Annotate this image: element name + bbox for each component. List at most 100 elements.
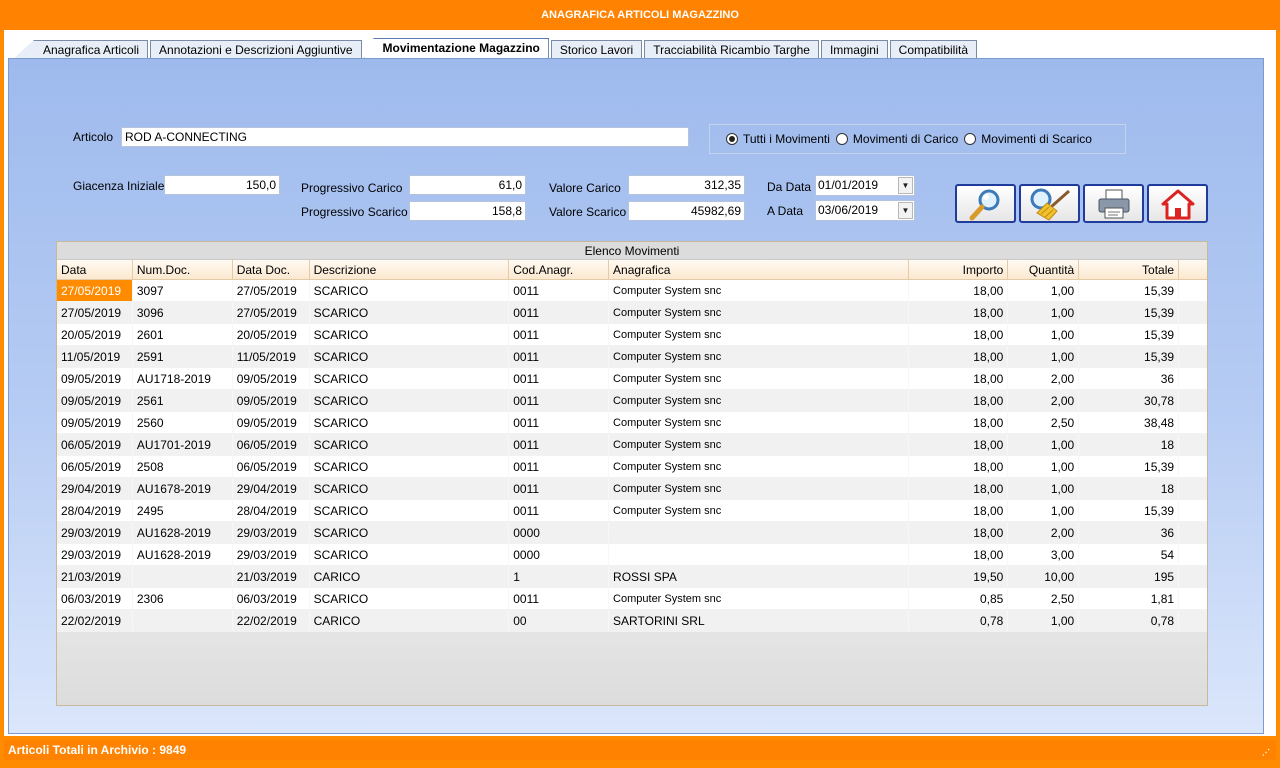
- cell-totale[interactable]: 36: [1079, 522, 1180, 543]
- cell-num-doc[interactable]: AU1628-2019: [133, 544, 233, 565]
- cell-quantita[interactable]: 2,00: [1008, 368, 1080, 389]
- cell-cod-anagr[interactable]: 0011: [509, 456, 610, 477]
- cell-data[interactable]: 09/05/2019: [57, 412, 133, 433]
- cell-data[interactable]: 28/04/2019: [57, 500, 133, 521]
- col-header-data-doc[interactable]: Data Doc.: [233, 260, 310, 279]
- cell-descrizione[interactable]: SCARICO: [310, 280, 510, 301]
- cell-totale[interactable]: 38,48: [1079, 412, 1180, 433]
- table-row[interactable]: 28/04/2019 2495 28/04/2019 SCARICO 0011 Compu…: [57, 500, 1207, 522]
- table-row[interactable]: 06/05/2019 2508 06/05/2019 SCARICO 0011 Compu…: [57, 456, 1207, 478]
- table-row[interactable]: 29/03/2019 AU1628-2019 29/03/2019 SCARICO 00…: [57, 544, 1207, 566]
- cell-cod-anagr[interactable]: 0011: [509, 346, 610, 367]
- cell-anagrafica[interactable]: [609, 522, 909, 543]
- cell-data[interactable]: 11/05/2019: [57, 346, 133, 367]
- cell-quantita[interactable]: 1,00: [1008, 280, 1080, 301]
- cell-data[interactable]: 21/03/2019: [57, 566, 133, 587]
- print-button[interactable]: [1083, 184, 1144, 223]
- tab-movimentazione-magazzino[interactable]: Movimentazione Magazzino: [363, 38, 549, 60]
- col-header-quantita[interactable]: Quantità: [1008, 260, 1080, 279]
- table-row[interactable]: 06/05/2019 AU1701-2019 06/05/2019 SCARICO 00…: [57, 434, 1207, 456]
- cell-cod-anagr[interactable]: 0011: [509, 412, 610, 433]
- cell-data[interactable]: 20/05/2019: [57, 324, 133, 345]
- cell-data-doc[interactable]: 28/04/2019: [233, 500, 310, 521]
- tab-storico-lavori[interactable]: Storico Lavori: [550, 40, 643, 60]
- a-data-picker[interactable]: 03/06/2019 ▼: [815, 200, 915, 221]
- table-row[interactable]: 09/05/2019 2560 09/05/2019 SCARICO 0011 Compu…: [57, 412, 1207, 434]
- cell-data-doc[interactable]: 09/05/2019: [233, 412, 310, 433]
- cell-importo[interactable]: 19,50: [909, 566, 1009, 587]
- tab-tracciabilita[interactable]: Tracciabilità Ricambio Targhe: [644, 40, 819, 60]
- cell-descrizione[interactable]: SCARICO: [310, 412, 510, 433]
- cell-data[interactable]: 06/05/2019: [57, 456, 133, 477]
- cell-anagrafica[interactable]: Computer System snc: [609, 500, 909, 521]
- cell-totale[interactable]: 18: [1079, 478, 1180, 499]
- cell-totale[interactable]: 15,39: [1079, 324, 1180, 345]
- cell-cod-anagr[interactable]: 0011: [509, 280, 610, 301]
- cell-data-doc[interactable]: 27/05/2019: [233, 280, 310, 301]
- cell-anagrafica[interactable]: ROSSI SPA: [609, 566, 909, 587]
- cell-quantita[interactable]: 1,00: [1008, 456, 1080, 477]
- cell-descrizione[interactable]: SCARICO: [310, 302, 510, 323]
- table-row[interactable]: 29/03/2019 AU1628-2019 29/03/2019 SCARICO 00…: [57, 522, 1207, 544]
- articolo-field[interactable]: ROD A-CONNECTING: [121, 127, 689, 147]
- cell-anagrafica[interactable]: Computer System snc: [609, 588, 909, 609]
- cell-quantita[interactable]: 1,00: [1008, 324, 1080, 345]
- cell-anagrafica[interactable]: Computer System snc: [609, 346, 909, 367]
- table-row[interactable]: 20/05/2019 2601 20/05/2019 SCARICO 0011 Compu…: [57, 324, 1207, 346]
- cell-num-doc[interactable]: 3096: [133, 302, 233, 323]
- cell-totale[interactable]: 15,39: [1079, 280, 1180, 301]
- cell-totale[interactable]: 15,39: [1079, 500, 1180, 521]
- cell-quantita[interactable]: 2,50: [1008, 412, 1080, 433]
- cell-importo[interactable]: 18,00: [909, 302, 1009, 323]
- cell-totale[interactable]: 18: [1079, 434, 1180, 455]
- cell-importo[interactable]: 0,85: [909, 588, 1009, 609]
- cell-num-doc[interactable]: 2508: [133, 456, 233, 477]
- cell-num-doc[interactable]: AU1628-2019: [133, 522, 233, 543]
- cell-anagrafica[interactable]: Computer System snc: [609, 324, 909, 345]
- cell-num-doc[interactable]: 2560: [133, 412, 233, 433]
- cell-descrizione[interactable]: SCARICO: [310, 500, 510, 521]
- cell-data[interactable]: 29/04/2019: [57, 478, 133, 499]
- cell-quantita[interactable]: 1,00: [1008, 346, 1080, 367]
- chevron-down-icon[interactable]: ▼: [898, 202, 913, 219]
- cell-anagrafica[interactable]: [609, 544, 909, 565]
- table-row[interactable]: 06/03/2019 2306 06/03/2019 SCARICO 0011 Compu…: [57, 588, 1207, 610]
- col-header-cod-anagr[interactable]: Cod.Anagr.: [509, 260, 610, 279]
- cell-totale[interactable]: 54: [1079, 544, 1180, 565]
- cell-num-doc[interactable]: 2306: [133, 588, 233, 609]
- prog-carico-field[interactable]: 61,0: [409, 175, 526, 195]
- cell-importo[interactable]: 18,00: [909, 434, 1009, 455]
- cell-cod-anagr[interactable]: 0000: [509, 522, 610, 543]
- cell-anagrafica[interactable]: Computer System snc: [609, 280, 909, 301]
- val-carico-field[interactable]: 312,35: [628, 175, 745, 195]
- cell-descrizione[interactable]: CARICO: [310, 566, 510, 587]
- cell-cod-anagr[interactable]: 0011: [509, 588, 610, 609]
- cell-cod-anagr[interactable]: 0011: [509, 302, 610, 323]
- cell-importo[interactable]: 0,78: [909, 610, 1009, 631]
- cell-cod-anagr[interactable]: 0011: [509, 434, 610, 455]
- col-header-data[interactable]: Data: [57, 260, 133, 279]
- cell-anagrafica[interactable]: Computer System snc: [609, 412, 909, 433]
- cell-totale[interactable]: 0,78: [1079, 610, 1180, 631]
- cell-descrizione[interactable]: SCARICO: [310, 324, 510, 345]
- cell-data-doc[interactable]: 29/03/2019: [233, 544, 310, 565]
- cell-quantita[interactable]: 2,00: [1008, 390, 1080, 411]
- cell-num-doc[interactable]: 3097: [133, 280, 233, 301]
- val-scarico-field[interactable]: 45982,69: [628, 201, 745, 221]
- cell-cod-anagr[interactable]: 0011: [509, 500, 610, 521]
- cell-data[interactable]: 09/05/2019: [57, 368, 133, 389]
- cell-data-doc[interactable]: 09/05/2019: [233, 390, 310, 411]
- cell-quantita[interactable]: 1,00: [1008, 500, 1080, 521]
- radio-movimenti-carico[interactable]: Movimenti di Carico: [835, 132, 958, 146]
- clear-button[interactable]: [1019, 184, 1080, 223]
- cell-importo[interactable]: 18,00: [909, 346, 1009, 367]
- cell-totale[interactable]: 195: [1079, 566, 1180, 587]
- cell-totale[interactable]: 15,39: [1079, 346, 1180, 367]
- cell-anagrafica[interactable]: Computer System snc: [609, 456, 909, 477]
- cell-importo[interactable]: 18,00: [909, 390, 1009, 411]
- cell-data-doc[interactable]: 21/03/2019: [233, 566, 310, 587]
- cell-quantita[interactable]: 2,00: [1008, 522, 1080, 543]
- cell-importo[interactable]: 18,00: [909, 544, 1009, 565]
- cell-num-doc[interactable]: [133, 566, 233, 587]
- cell-importo[interactable]: 18,00: [909, 456, 1009, 477]
